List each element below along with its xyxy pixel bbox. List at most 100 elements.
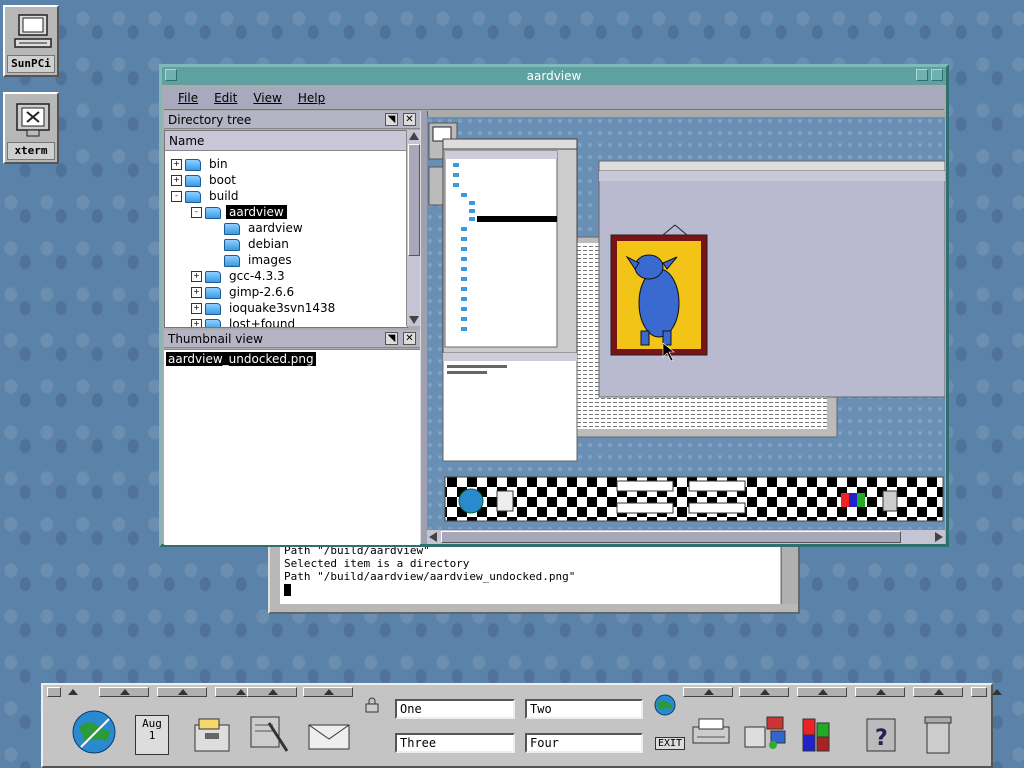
- maximize-button[interactable]: [931, 69, 943, 81]
- tree-row[interactable]: + gcc-4.3.3: [191, 268, 288, 284]
- expand-icon[interactable]: +: [191, 319, 202, 327]
- image-hscrollbar[interactable]: [427, 529, 945, 544]
- folder-icon: [205, 286, 221, 299]
- folder-icon: [185, 174, 201, 187]
- thumbnail-view-header: Thumbnail view ◥ ✕: [164, 330, 420, 348]
- xterm-desktop-icon[interactable]: xterm: [3, 92, 59, 164]
- workspace-three[interactable]: Three: [395, 733, 515, 753]
- performance-meter-icon[interactable]: [801, 717, 845, 753]
- menu-edit[interactable]: Edit: [206, 87, 245, 109]
- hscroll-thumb[interactable]: [441, 531, 901, 543]
- menu-view[interactable]: View: [245, 87, 289, 109]
- image-view[interactable]: [427, 117, 945, 529]
- terminal-icon: [13, 100, 51, 142]
- calendar-day: 1: [148, 729, 156, 742]
- tree-row-label: lost+found: [229, 317, 296, 328]
- panel-handle[interactable]: [47, 687, 78, 697]
- computer-icon: [13, 13, 52, 55]
- name-column-header[interactable]: Name: [165, 131, 407, 151]
- subpanel-arrow[interactable]: [683, 687, 733, 697]
- tree-row-label: gcc-4.3.3: [229, 269, 285, 283]
- window-title: aardview: [526, 69, 582, 83]
- tree-row[interactable]: - aardview: [191, 204, 287, 220]
- xterm-cursor: [284, 584, 291, 596]
- tree-row-label: aardview: [248, 221, 303, 235]
- tree-row[interactable]: + bin: [171, 156, 231, 172]
- subpanel-arrow[interactable]: [913, 687, 963, 697]
- thumbnail-list[interactable]: aardview_undocked.png: [164, 349, 420, 545]
- menu-help[interactable]: Help: [290, 87, 333, 109]
- subpanel-arrow[interactable]: [303, 687, 353, 697]
- scroll-down-icon[interactable]: [409, 316, 419, 324]
- subpanel-arrow[interactable]: [739, 687, 789, 697]
- folder-icon: [205, 270, 221, 283]
- xterm-label: xterm: [7, 142, 55, 160]
- thumbnail-item[interactable]: aardview_undocked.png: [166, 352, 316, 366]
- folder-icon: [205, 318, 221, 327]
- scroll-thumb[interactable]: [408, 144, 420, 256]
- close-icon[interactable]: ✕: [403, 113, 416, 126]
- subpanel-arrow[interactable]: [797, 687, 847, 697]
- tree-row-label: boot: [209, 173, 237, 187]
- window-menu-button[interactable]: [165, 69, 177, 81]
- minimize-button[interactable]: [916, 69, 928, 81]
- tree-row[interactable]: + boot: [171, 172, 239, 188]
- trash-icon[interactable]: [923, 715, 953, 755]
- scroll-left-icon[interactable]: [429, 532, 437, 542]
- collapse-icon[interactable]: -: [171, 191, 182, 202]
- subpanel-arrow[interactable]: [247, 687, 297, 697]
- tree-row[interactable]: debian: [211, 236, 292, 252]
- scroll-up-icon[interactable]: [409, 132, 419, 140]
- printer-icon[interactable]: [689, 717, 730, 757]
- lock-icon[interactable]: [365, 697, 379, 713]
- tree-row[interactable]: images: [211, 252, 295, 268]
- thumbnail-view-title: Thumbnail view: [168, 332, 263, 346]
- style-manager-icon[interactable]: [743, 713, 786, 753]
- tree-row[interactable]: - build: [171, 188, 242, 204]
- tree-scrollbar[interactable]: [406, 130, 421, 326]
- sunpci-desktop-icon[interactable]: SunPCi: [3, 5, 59, 77]
- menu-file[interactable]: File: [170, 87, 206, 109]
- aardview-window[interactable]: aardview File Edit View Help Directory tree…: [159, 64, 949, 547]
- globe-icon[interactable]: [71, 709, 116, 754]
- undock-icon[interactable]: ◥: [385, 113, 398, 126]
- subpanel-arrow[interactable]: [99, 687, 149, 697]
- file-manager-icon[interactable]: [191, 715, 231, 755]
- panel-minimize[interactable]: [971, 687, 1002, 697]
- window-titlebar[interactable]: aardview: [162, 67, 946, 85]
- tree-row[interactable]: + gimp-2.6.6: [191, 284, 297, 300]
- exit-button[interactable]: EXIT: [655, 737, 686, 750]
- directory-tree-header: Directory tree ◥ ✕: [164, 111, 420, 129]
- subpanel-arrow[interactable]: [157, 687, 207, 697]
- close-icon[interactable]: ✕: [403, 332, 416, 345]
- mail-icon[interactable]: [307, 717, 350, 757]
- subpanel-arrow[interactable]: [855, 687, 905, 697]
- tree-row[interactable]: aardview: [211, 220, 306, 236]
- directory-tree[interactable]: Name + bin + boot - build - aardview aardview deb…: [164, 130, 408, 328]
- workspace-two[interactable]: Two: [525, 699, 643, 719]
- expand-icon[interactable]: +: [191, 287, 202, 298]
- scroll-right-icon[interactable]: [935, 532, 943, 542]
- menu-bar: File Edit View Help: [164, 87, 944, 110]
- tree-row[interactable]: + ioquake3svn1438: [191, 300, 338, 316]
- tree-row-label: ioquake3svn1438: [229, 301, 336, 315]
- workspace-four[interactable]: Four: [525, 733, 643, 753]
- tree-row-label: bin: [209, 157, 228, 171]
- workspace-one[interactable]: One: [395, 699, 515, 719]
- expand-icon[interactable]: +: [171, 159, 182, 170]
- expand-icon[interactable]: +: [171, 175, 182, 186]
- text-editor-icon[interactable]: [247, 713, 289, 753]
- folder-icon: [224, 254, 240, 267]
- calendar-icon[interactable]: Aug 1: [135, 715, 169, 755]
- undock-icon[interactable]: ◥: [385, 332, 398, 345]
- tree-row-label: images: [248, 253, 292, 267]
- folder-icon: [224, 222, 240, 235]
- help-icon[interactable]: ?: [861, 715, 901, 755]
- collapse-icon[interactable]: -: [191, 207, 202, 218]
- screenshot-preview-image: [427, 117, 945, 529]
- expand-icon[interactable]: +: [191, 271, 202, 282]
- small-globe-icon[interactable]: [653, 693, 677, 717]
- folder-icon: [185, 158, 201, 171]
- tree-row[interactable]: + lost+found: [191, 316, 298, 328]
- expand-icon[interactable]: +: [191, 303, 202, 314]
